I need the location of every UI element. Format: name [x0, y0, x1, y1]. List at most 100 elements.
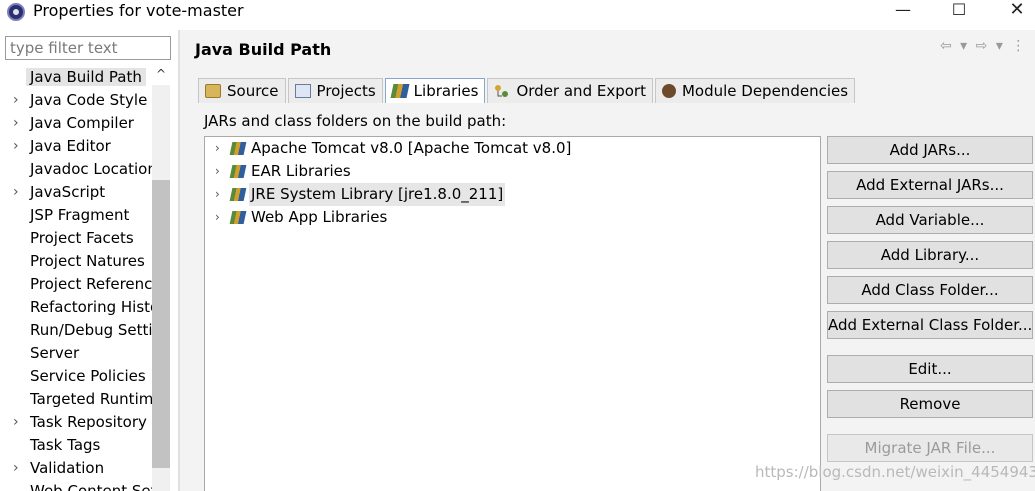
history-navigation-icon[interactable]: ⇦ ▾ ⇨ ▾ ⋮: [940, 38, 1027, 54]
library-entry-label: Apache Tomcat v8.0 [Apache Tomcat v8.0]: [251, 139, 572, 157]
library-icon: [390, 84, 410, 98]
expand-chevron-icon[interactable]: ›: [215, 160, 220, 183]
nav-item-label: JSP Fragment: [30, 206, 130, 224]
nav-item[interactable]: Javadoc Location: [0, 158, 152, 181]
minimize-button[interactable]: —: [888, 0, 918, 22]
nav-item[interactable]: Service Policies: [0, 365, 152, 388]
migrate-jar-button[interactable]: Migrate JAR File...: [827, 434, 1033, 462]
library-icon: [229, 165, 247, 178]
library-entry[interactable]: › Apache Tomcat v8.0 [Apache Tomcat v8.0]: [205, 137, 820, 160]
nav-item-label: Validation: [30, 459, 105, 477]
library-entry-label: EAR Libraries: [251, 162, 351, 180]
chevron-right-icon[interactable]: ›: [13, 112, 19, 135]
nav-item[interactable]: › Validation: [0, 457, 152, 480]
tab-libraries[interactable]: Libraries: [384, 78, 486, 103]
tab-label: Libraries: [413, 82, 479, 100]
add-external-jars-button[interactable]: Add External JARs...: [827, 171, 1033, 199]
library-entry[interactable]: › JRE System Library [jre1.8.0_211]: [205, 183, 820, 206]
library-icon: [229, 188, 247, 201]
chevron-right-icon[interactable]: ›: [13, 411, 19, 434]
chevron-right-icon[interactable]: ›: [13, 457, 19, 480]
chevron-right-icon[interactable]: ›: [13, 89, 19, 112]
nav-item-label: Java Build Path: [26, 68, 146, 86]
edit-button[interactable]: Edit...: [827, 355, 1033, 383]
tab-label: Order and Export: [516, 82, 646, 100]
tab-label: Projects: [316, 82, 376, 100]
nav-item[interactable]: Java Build Path: [0, 66, 152, 89]
nav-item[interactable]: › Java Code Style: [0, 89, 152, 112]
add-variable-button[interactable]: Add Variable...: [827, 206, 1033, 234]
module-icon: [661, 84, 676, 98]
nav-item[interactable]: Run/Debug Settings: [0, 319, 152, 342]
nav-item[interactable]: JSP Fragment: [0, 204, 152, 227]
eclipse-icon: [7, 3, 25, 21]
library-entry-label: Web App Libraries: [251, 208, 388, 226]
tab-projects[interactable]: Projects: [287, 78, 383, 103]
add-jars-button[interactable]: Add JARs...: [827, 136, 1033, 164]
nav-item[interactable]: › JavaScript: [0, 181, 152, 204]
filter-input[interactable]: [5, 36, 171, 60]
tab-order-and-export[interactable]: Order and Export: [487, 78, 653, 103]
nav-item-label: Run/Debug Settings: [30, 321, 152, 339]
nav-item-label: Task Tags: [30, 436, 101, 454]
source-folder-icon: [205, 84, 221, 98]
library-entry[interactable]: › EAR Libraries: [205, 160, 820, 183]
title-bar: Properties for vote-master — ☐ ✕: [0, 0, 1035, 30]
nav-item[interactable]: Web Content Settings: [0, 480, 152, 491]
nav-item[interactable]: › Task Repository: [0, 411, 152, 434]
add-class-folder-button[interactable]: Add Class Folder...: [827, 276, 1033, 304]
maximize-button[interactable]: ☐: [944, 0, 974, 22]
nav-item-label: Refactoring History: [30, 298, 152, 316]
nav-item-label: Project Facets: [30, 229, 134, 247]
nav-item[interactable]: Task Tags: [0, 434, 152, 457]
nav-item[interactable]: › Java Compiler: [0, 112, 152, 135]
chevron-right-icon[interactable]: ›: [13, 181, 19, 204]
nav-item-label: Java Code Style: [30, 91, 148, 109]
nav-item-label: Targeted Runtimes: [30, 390, 152, 408]
properties-navigation-panel: Java Build Path › Java Code Style › Java Com…: [0, 30, 178, 491]
scroll-up-arrow-icon[interactable]: ^: [153, 67, 169, 85]
nav-item-label: Web Content Settings: [30, 482, 152, 491]
nav-item[interactable]: Project Facets: [0, 227, 152, 250]
expand-chevron-icon[interactable]: ›: [215, 137, 220, 160]
scrollbar-thumb[interactable]: [152, 180, 170, 468]
tab-label: Source: [227, 82, 279, 100]
expand-chevron-icon[interactable]: ›: [215, 183, 220, 206]
libraries-description: JARs and class folders on the build path…: [204, 112, 507, 130]
nav-item[interactable]: Server: [0, 342, 152, 365]
nav-item-label: JavaScript: [30, 183, 106, 201]
nav-item[interactable]: Targeted Runtimes: [0, 388, 152, 411]
chevron-right-icon[interactable]: ›: [13, 135, 19, 158]
order-icon: [494, 84, 510, 98]
nav-item[interactable]: Project References: [0, 273, 152, 296]
close-button[interactable]: ✕: [1002, 0, 1032, 22]
expand-chevron-icon[interactable]: ›: [215, 206, 220, 229]
nav-item[interactable]: › Java Editor: [0, 135, 152, 158]
nav-item-label: Java Editor: [30, 137, 111, 155]
library-tree[interactable]: › Apache Tomcat v8.0 [Apache Tomcat v8.0]…: [204, 136, 821, 491]
nav-item-label: Task Repository: [30, 413, 147, 431]
nav-item[interactable]: Refactoring History: [0, 296, 152, 319]
build-path-tabs: Source Projects Libraries Order and Export M…: [198, 78, 857, 103]
nav-item-label: Javadoc Location: [30, 160, 152, 178]
nav-item-label: Project Natures: [30, 252, 145, 270]
library-icon: [229, 142, 247, 155]
projects-icon: [294, 84, 311, 98]
nav-item-label: Service Policies: [30, 367, 146, 385]
build-path-page: Java Build Path ⇦ ▾ ⇨ ▾ ⋮ Source Projects…: [180, 30, 1035, 491]
watermark: https://blog.csdn.net/weixin_44549439: [755, 463, 1035, 481]
library-icon: [229, 211, 247, 224]
tab-module-dependencies[interactable]: Module Dependencies: [654, 78, 856, 103]
nav-item[interactable]: Project Natures: [0, 250, 152, 273]
library-entry-label: JRE System Library [jre1.8.0_211]: [249, 183, 506, 206]
nav-item-label: Server: [30, 344, 80, 362]
add-external-class-folder-button[interactable]: Add External Class Folder...: [827, 311, 1033, 339]
window-title: Properties for vote-master: [33, 1, 244, 20]
tab-label: Module Dependencies: [681, 82, 849, 100]
library-entry[interactable]: › Web App Libraries: [205, 206, 820, 229]
add-library-button[interactable]: Add Library...: [827, 241, 1033, 269]
tab-source[interactable]: Source: [198, 78, 286, 103]
property-page-list: Java Build Path › Java Code Style › Java Com…: [0, 66, 152, 491]
nav-item-label: Java Compiler: [30, 114, 134, 132]
remove-button[interactable]: Remove: [827, 390, 1033, 418]
